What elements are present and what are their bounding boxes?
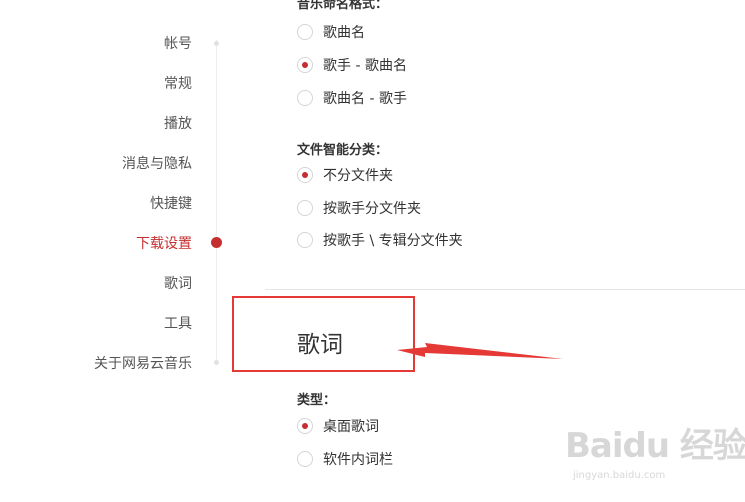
section-divider [265,289,745,290]
radio-label: 歌曲名 [323,25,365,41]
sidebar-item-download-settings[interactable]: 下载设置 [136,233,192,253]
radio-option-song-artist[interactable]: 歌曲名 - 歌手 [297,88,407,108]
radio-option-artist-song[interactable]: 歌手 - 歌曲名 [297,55,407,75]
sidebar-item-lyrics[interactable]: 歌词 [164,273,192,293]
sidebar-item-shortcuts[interactable]: 快捷键 [150,193,192,213]
sidebar-item-tools[interactable]: 工具 [164,313,192,333]
radio-button[interactable] [297,200,313,216]
radio-button-checked[interactable] [297,167,313,183]
sidebar-active-dot [211,237,222,248]
annotation-highlight-box [232,296,415,372]
sidebar-dot-account [214,41,219,46]
sidebar-item-about[interactable]: 关于网易云音乐 [94,353,192,373]
radio-button[interactable] [297,90,313,106]
radio-button-checked[interactable] [297,57,313,73]
radio-label: 桌面歌词 [323,419,379,435]
radio-button[interactable] [297,24,313,40]
baidu-jingyan-watermark: Baidu 经验 jingyan.baidu.com [565,418,745,498]
radio-option-by-artist-album[interactable]: 按歌手 \ 专辑分文件夹 [297,230,463,250]
radio-option-by-artist[interactable]: 按歌手分文件夹 [297,198,421,218]
radio-label: 按歌手分文件夹 [323,201,421,217]
radio-button-checked[interactable] [297,418,313,434]
naming-format-heading: 音乐命名格式： [297,0,389,12]
watermark-logo-text: Baidu 经验 [565,426,745,466]
lyrics-type-heading: 类型： [297,393,337,408]
radio-option-no-folder[interactable]: 不分文件夹 [297,165,393,185]
sidebar-dot-about [214,360,219,365]
radio-button[interactable] [297,232,313,248]
sidebar-item-account[interactable]: 帐号 [164,33,192,53]
sidebar-item-general[interactable]: 常规 [164,73,192,93]
radio-option-desktop-lyrics[interactable]: 桌面歌词 [297,416,379,436]
sidebar-item-playback[interactable]: 播放 [164,113,192,133]
sidebar-track-line [216,40,217,365]
radio-button[interactable] [297,451,313,467]
settings-sidebar: 帐号 常规 播放 消息与隐私 快捷键 下载设置 歌词 工具 关于网易云音乐 [0,0,230,502]
radio-label: 歌手 - 歌曲名 [323,58,407,74]
radio-option-song-name[interactable]: 歌曲名 [297,22,365,42]
radio-label: 歌曲名 - 歌手 [323,91,407,107]
radio-option-in-app-lyrics-bar[interactable]: 软件内词栏 [297,449,393,469]
watermark-url: jingyan.baidu.com [573,470,666,481]
sidebar-item-messages-privacy[interactable]: 消息与隐私 [122,153,192,173]
folder-classification-heading: 文件智能分类： [297,143,389,158]
radio-label: 软件内词栏 [323,452,393,468]
radio-label: 按歌手 \ 专辑分文件夹 [323,233,463,249]
radio-label: 不分文件夹 [323,168,393,184]
annotation-arrow-icon [397,343,563,359]
